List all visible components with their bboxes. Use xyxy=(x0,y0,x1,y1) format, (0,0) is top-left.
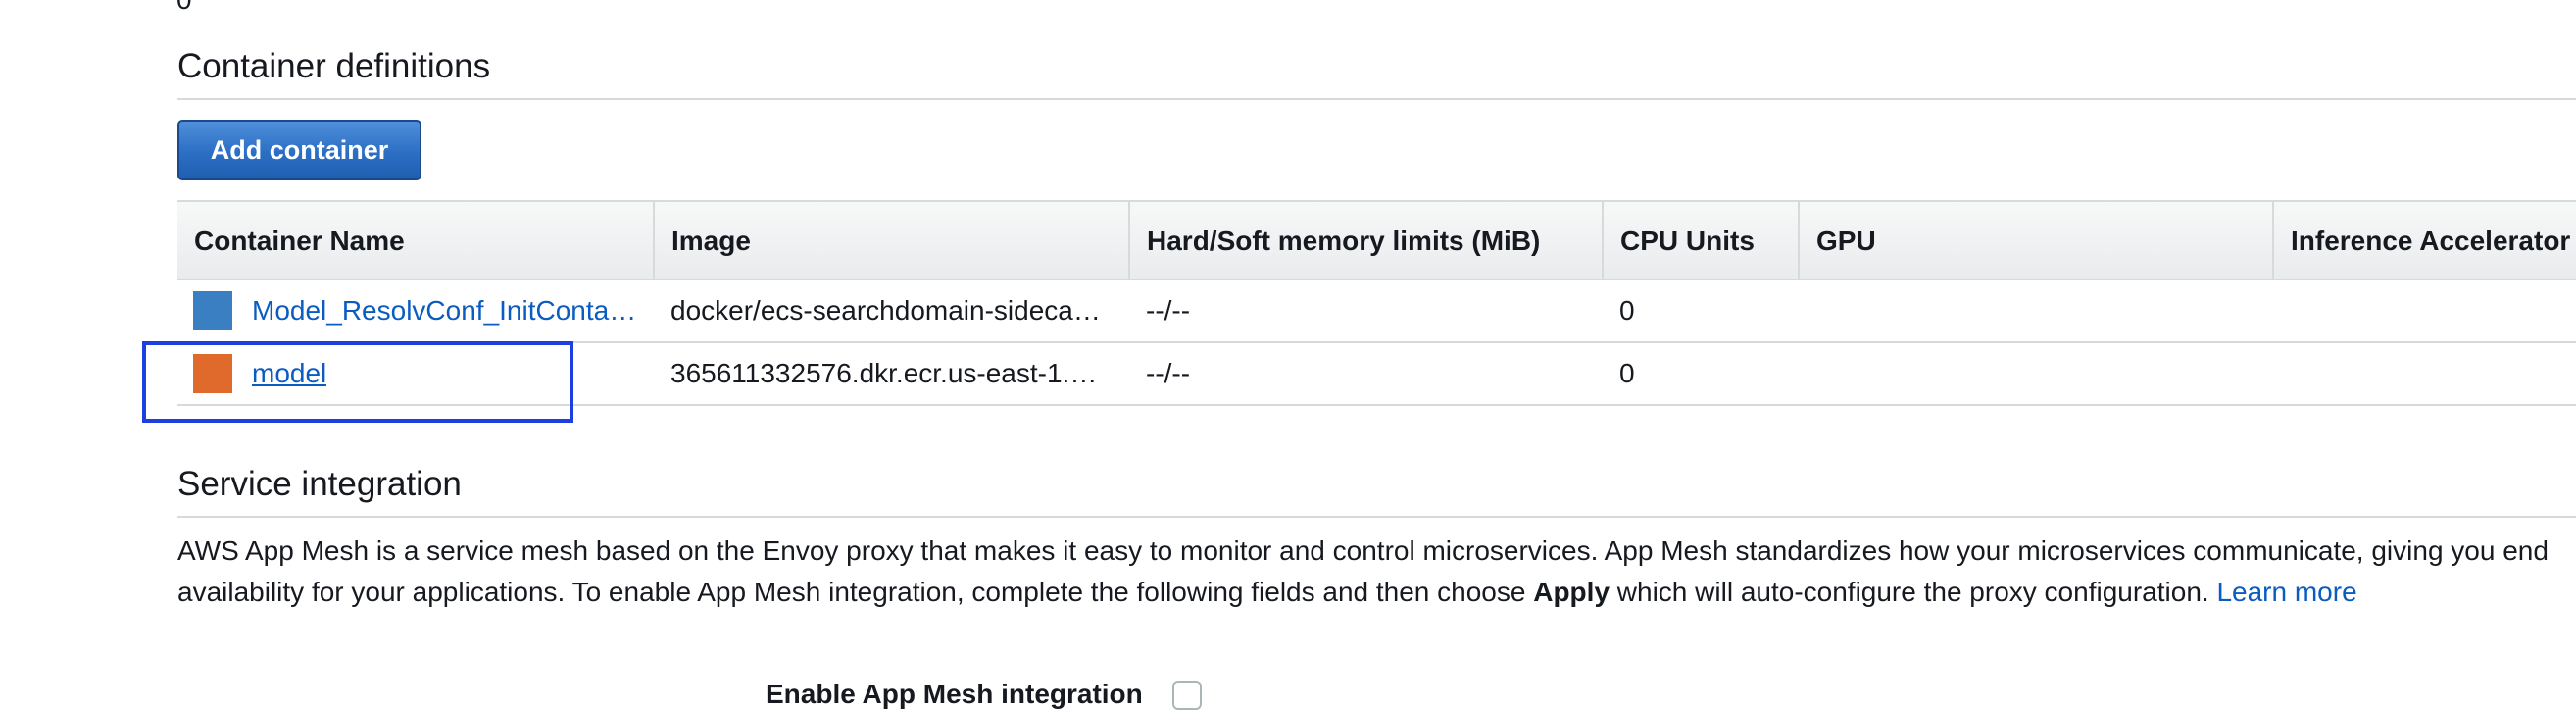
image-value: 365611332576.dkr.ecr.us-east-1.… xyxy=(670,358,1098,388)
gpu-cell xyxy=(1800,343,2274,404)
previous-field-value: 0 xyxy=(176,0,192,16)
container-name-cell: Model_ResolvConf_InitConta… xyxy=(177,280,655,341)
app-mesh-description: AWS App Mesh is a service mesh based on … xyxy=(177,531,2576,613)
table-header: Container Name Image Hard/Soft memory li… xyxy=(177,200,2576,280)
gpu-cell xyxy=(1800,280,2274,341)
container-color-swatch xyxy=(193,354,232,393)
description-line: AWS App Mesh is a service mesh based on … xyxy=(177,535,2549,566)
container-name-link[interactable]: model xyxy=(252,358,326,389)
table-row: model 365611332576.dkr.ecr.us-east-1.… -… xyxy=(177,343,2576,406)
column-header-cpu-units[interactable]: CPU Units xyxy=(1604,202,1800,280)
enable-app-mesh-checkbox[interactable] xyxy=(1172,681,1202,710)
description-text: availability for your applications. To e… xyxy=(177,577,1534,607)
section-divider xyxy=(177,98,2576,100)
container-name-cell: model xyxy=(177,343,655,404)
column-header-memory-limits[interactable]: Hard/Soft memory limits (MiB) xyxy=(1130,202,1604,280)
enable-app-mesh-label: Enable App Mesh integration xyxy=(766,679,1143,709)
table-row: Model_ResolvConf_InitConta… docker/ecs-s… xyxy=(177,280,2576,343)
inference-cell xyxy=(2274,280,2576,341)
inference-cell xyxy=(2274,343,2576,404)
image-cell: docker/ecs-searchdomain-sideca… xyxy=(655,280,1130,341)
description-text: which will auto-configure the proxy conf… xyxy=(1610,577,2217,607)
service-integration-title: Service integration xyxy=(177,465,462,503)
apply-emphasis: Apply xyxy=(1533,577,1610,607)
section-divider xyxy=(177,516,2576,518)
task-definition-page: 0 Container definitions Add container Co… xyxy=(0,0,2576,710)
learn-more-link[interactable]: Learn more xyxy=(2216,577,2356,607)
image-cell: 365611332576.dkr.ecr.us-east-1.… xyxy=(655,343,1130,404)
column-header-inference-accelerator[interactable]: Inference Accelerator xyxy=(2274,202,2576,280)
add-container-button[interactable]: Add container xyxy=(177,120,421,180)
memory-cell: --/-- xyxy=(1146,358,1191,388)
container-name-link[interactable]: Model_ResolvConf_InitConta… xyxy=(252,295,636,327)
column-header-gpu[interactable]: GPU xyxy=(1800,202,2274,280)
container-color-swatch xyxy=(193,291,232,330)
column-header-image[interactable]: Image xyxy=(655,202,1130,280)
image-value: docker/ecs-searchdomain-sideca… xyxy=(670,295,1101,326)
cpu-cell: 0 xyxy=(1619,358,1635,388)
cpu-cell: 0 xyxy=(1619,295,1635,326)
memory-cell: --/-- xyxy=(1146,295,1191,326)
container-definitions-title: Container definitions xyxy=(177,47,491,85)
container-definitions-table: Container Name Image Hard/Soft memory li… xyxy=(177,200,2576,406)
column-header-container-name[interactable]: Container Name xyxy=(177,202,655,280)
description-line: availability for your applications. To e… xyxy=(177,572,2576,613)
